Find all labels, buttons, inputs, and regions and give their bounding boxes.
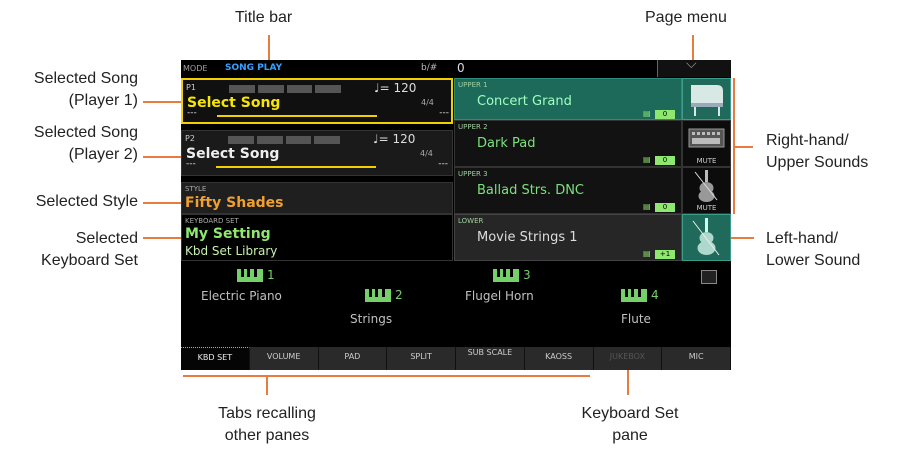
leader-tabs-bracket bbox=[183, 375, 590, 377]
leader-upper bbox=[733, 146, 753, 148]
sound-name: Dark Pad bbox=[477, 136, 536, 151]
device-screen: MODE SONG PLAY b/# 0 ⌵ P1 ♩= 120 4/4 Sel… bbox=[181, 60, 731, 370]
slot-number: 2 bbox=[395, 288, 403, 302]
callout-upper: Right-hand/Upper Sounds bbox=[766, 132, 869, 171]
grand-piano-icon[interactable] bbox=[682, 78, 731, 120]
transpose-value: 0 bbox=[457, 61, 465, 75]
slot-number: 3 bbox=[523, 268, 531, 282]
meter: 4/4 bbox=[420, 149, 433, 158]
callout-tabs: Tabs recalling other panes bbox=[218, 405, 316, 444]
slot-number: 4 bbox=[651, 288, 659, 302]
violin-icon[interactable]: MUTE bbox=[682, 167, 731, 214]
octave-badge: 0 bbox=[655, 203, 675, 212]
slot-name: Electric Piano bbox=[201, 289, 282, 303]
song-meter-bars bbox=[228, 136, 340, 144]
keyboard-icon: ▤ bbox=[643, 249, 651, 258]
song-player-1[interactable]: P1 ♩= 120 4/4 Select Song --- --- bbox=[181, 78, 453, 124]
tab-mic[interactable]: MIC bbox=[662, 347, 731, 370]
slot-name: Flugel Horn bbox=[465, 289, 534, 303]
keyboard-icon bbox=[237, 267, 265, 287]
slot-number: 1 bbox=[267, 268, 275, 282]
song-position: --- --- bbox=[187, 108, 449, 118]
kbd-slot-3[interactable]: 3 Flugel Horn bbox=[465, 267, 595, 307]
callout-lower: Left-hand/Lower Sound bbox=[766, 230, 861, 269]
player-label: P2 bbox=[185, 134, 195, 143]
sound-upper-2[interactable]: UPPER 2 Dark Pad ▤ 0 bbox=[454, 120, 682, 167]
callout-pane: Keyboard Set pane bbox=[581, 405, 679, 444]
tab-kbd-set[interactable]: KBD SET bbox=[181, 347, 250, 370]
callout-page-menu: Page menu bbox=[645, 9, 727, 26]
keyboard-icon bbox=[493, 267, 521, 287]
octave-badge: +1 bbox=[655, 250, 675, 259]
mute-label: MUTE bbox=[696, 157, 717, 165]
tab-jukebox[interactable]: JUKEBOX bbox=[593, 347, 663, 370]
sound-name: Movie Strings 1 bbox=[477, 230, 578, 245]
callout-song2: Selected Song (Player 2) bbox=[33, 124, 138, 163]
synth-icon[interactable]: MUTE bbox=[682, 120, 731, 167]
tab-split[interactable]: SPLIT bbox=[387, 347, 456, 370]
leader-title-bar bbox=[268, 35, 270, 61]
song-meter-bars bbox=[229, 85, 341, 93]
sound-lower[interactable]: LOWER Movie Strings 1 ▤ +1 bbox=[454, 214, 682, 261]
leader-kbdset bbox=[143, 237, 183, 239]
tab-pad[interactable]: PAD bbox=[318, 347, 388, 370]
song-name: Select Song bbox=[186, 146, 280, 162]
style-label: STYLE bbox=[185, 185, 207, 193]
leader-lower bbox=[728, 237, 754, 239]
octave-badge: 0 bbox=[655, 156, 675, 165]
song-position: --- --- bbox=[186, 159, 448, 169]
keyboard-set-area[interactable]: KEYBOARD SET My Setting Kbd Set Library bbox=[181, 214, 453, 261]
style-area[interactable]: STYLE Fifty Shades bbox=[181, 182, 453, 214]
leader-song1 bbox=[143, 101, 183, 103]
keyboard-icon: ▤ bbox=[643, 202, 651, 211]
player-label: P1 bbox=[186, 83, 196, 92]
meter: 4/4 bbox=[421, 98, 434, 107]
octave-badge: 0 bbox=[655, 110, 675, 119]
leader-page-menu bbox=[692, 35, 694, 61]
keyboard-icon bbox=[621, 287, 649, 307]
tab-volume[interactable]: VOLUME bbox=[249, 347, 319, 370]
lock-icon[interactable] bbox=[701, 270, 717, 284]
mute-label: MUTE bbox=[696, 204, 717, 212]
transpose-label: b/# bbox=[421, 63, 438, 73]
song-name: Select Song bbox=[187, 95, 281, 111]
kbd-slot-2[interactable]: 2 Strings bbox=[347, 287, 457, 331]
slot-name: Flute bbox=[621, 312, 651, 326]
sound-upper-1[interactable]: UPPER 1 Concert Grand ▤ 0 bbox=[454, 78, 682, 120]
tab-kaoss[interactable]: KAOSS bbox=[524, 347, 594, 370]
tempo: ♩= 120 bbox=[373, 132, 416, 146]
callout-kbdset: Selected Keyboard Set bbox=[41, 230, 138, 269]
keyboard-icon: ▤ bbox=[643, 155, 651, 164]
chevron-down-icon: ⌵ bbox=[686, 60, 697, 72]
callout-style: Selected Style bbox=[35, 193, 138, 210]
leader-style bbox=[143, 202, 183, 204]
keyboard-set-name: My Setting bbox=[185, 226, 271, 242]
page-menu-button[interactable]: ⌵ bbox=[657, 60, 731, 77]
sound-name: Ballad Strs. DNC bbox=[477, 183, 585, 198]
callout-title-bar: Title bar bbox=[235, 9, 293, 26]
mode-value: SONG PLAY bbox=[225, 63, 283, 73]
violin-icon[interactable] bbox=[682, 214, 731, 261]
kbd-slot-1[interactable]: 1 Electric Piano bbox=[201, 267, 331, 307]
keyboard-icon bbox=[365, 287, 393, 307]
sound-name: Concert Grand bbox=[477, 94, 572, 109]
mode-label: MODE bbox=[183, 64, 208, 73]
title-bar[interactable]: MODE SONG PLAY b/# 0 ⌵ bbox=[181, 60, 731, 78]
slot-name: Strings bbox=[350, 312, 393, 326]
tempo: ♩= 120 bbox=[374, 81, 417, 95]
song-player-2[interactable]: P2 ♩= 120 4/4 Select Song --- --- bbox=[181, 130, 453, 176]
keyboard-set-label: KEYBOARD SET bbox=[185, 217, 239, 225]
style-name: Fifty Shades bbox=[185, 195, 284, 211]
keyboard-icon: ▤ bbox=[643, 109, 651, 118]
keyboard-set-pane: 1 Electric Piano 2 Strings 3 Flugel Horn… bbox=[181, 265, 731, 347]
kbd-slot-4[interactable]: 4 Flute bbox=[591, 287, 701, 331]
leader-song2 bbox=[143, 156, 183, 158]
keyboard-set-library: Kbd Set Library bbox=[185, 244, 278, 258]
callout-song1: Selected Song (Player 1) bbox=[33, 70, 138, 109]
leader-tabs bbox=[266, 377, 268, 395]
tab-sub-scale[interactable]: SUB SCALE bbox=[456, 347, 525, 370]
sound-upper-3[interactable]: UPPER 3 Ballad Strs. DNC ▤ 0 bbox=[454, 167, 682, 214]
tab-bar: KBD SET VOLUME PAD SPLIT SUB SCALE KAOSS… bbox=[181, 347, 731, 370]
